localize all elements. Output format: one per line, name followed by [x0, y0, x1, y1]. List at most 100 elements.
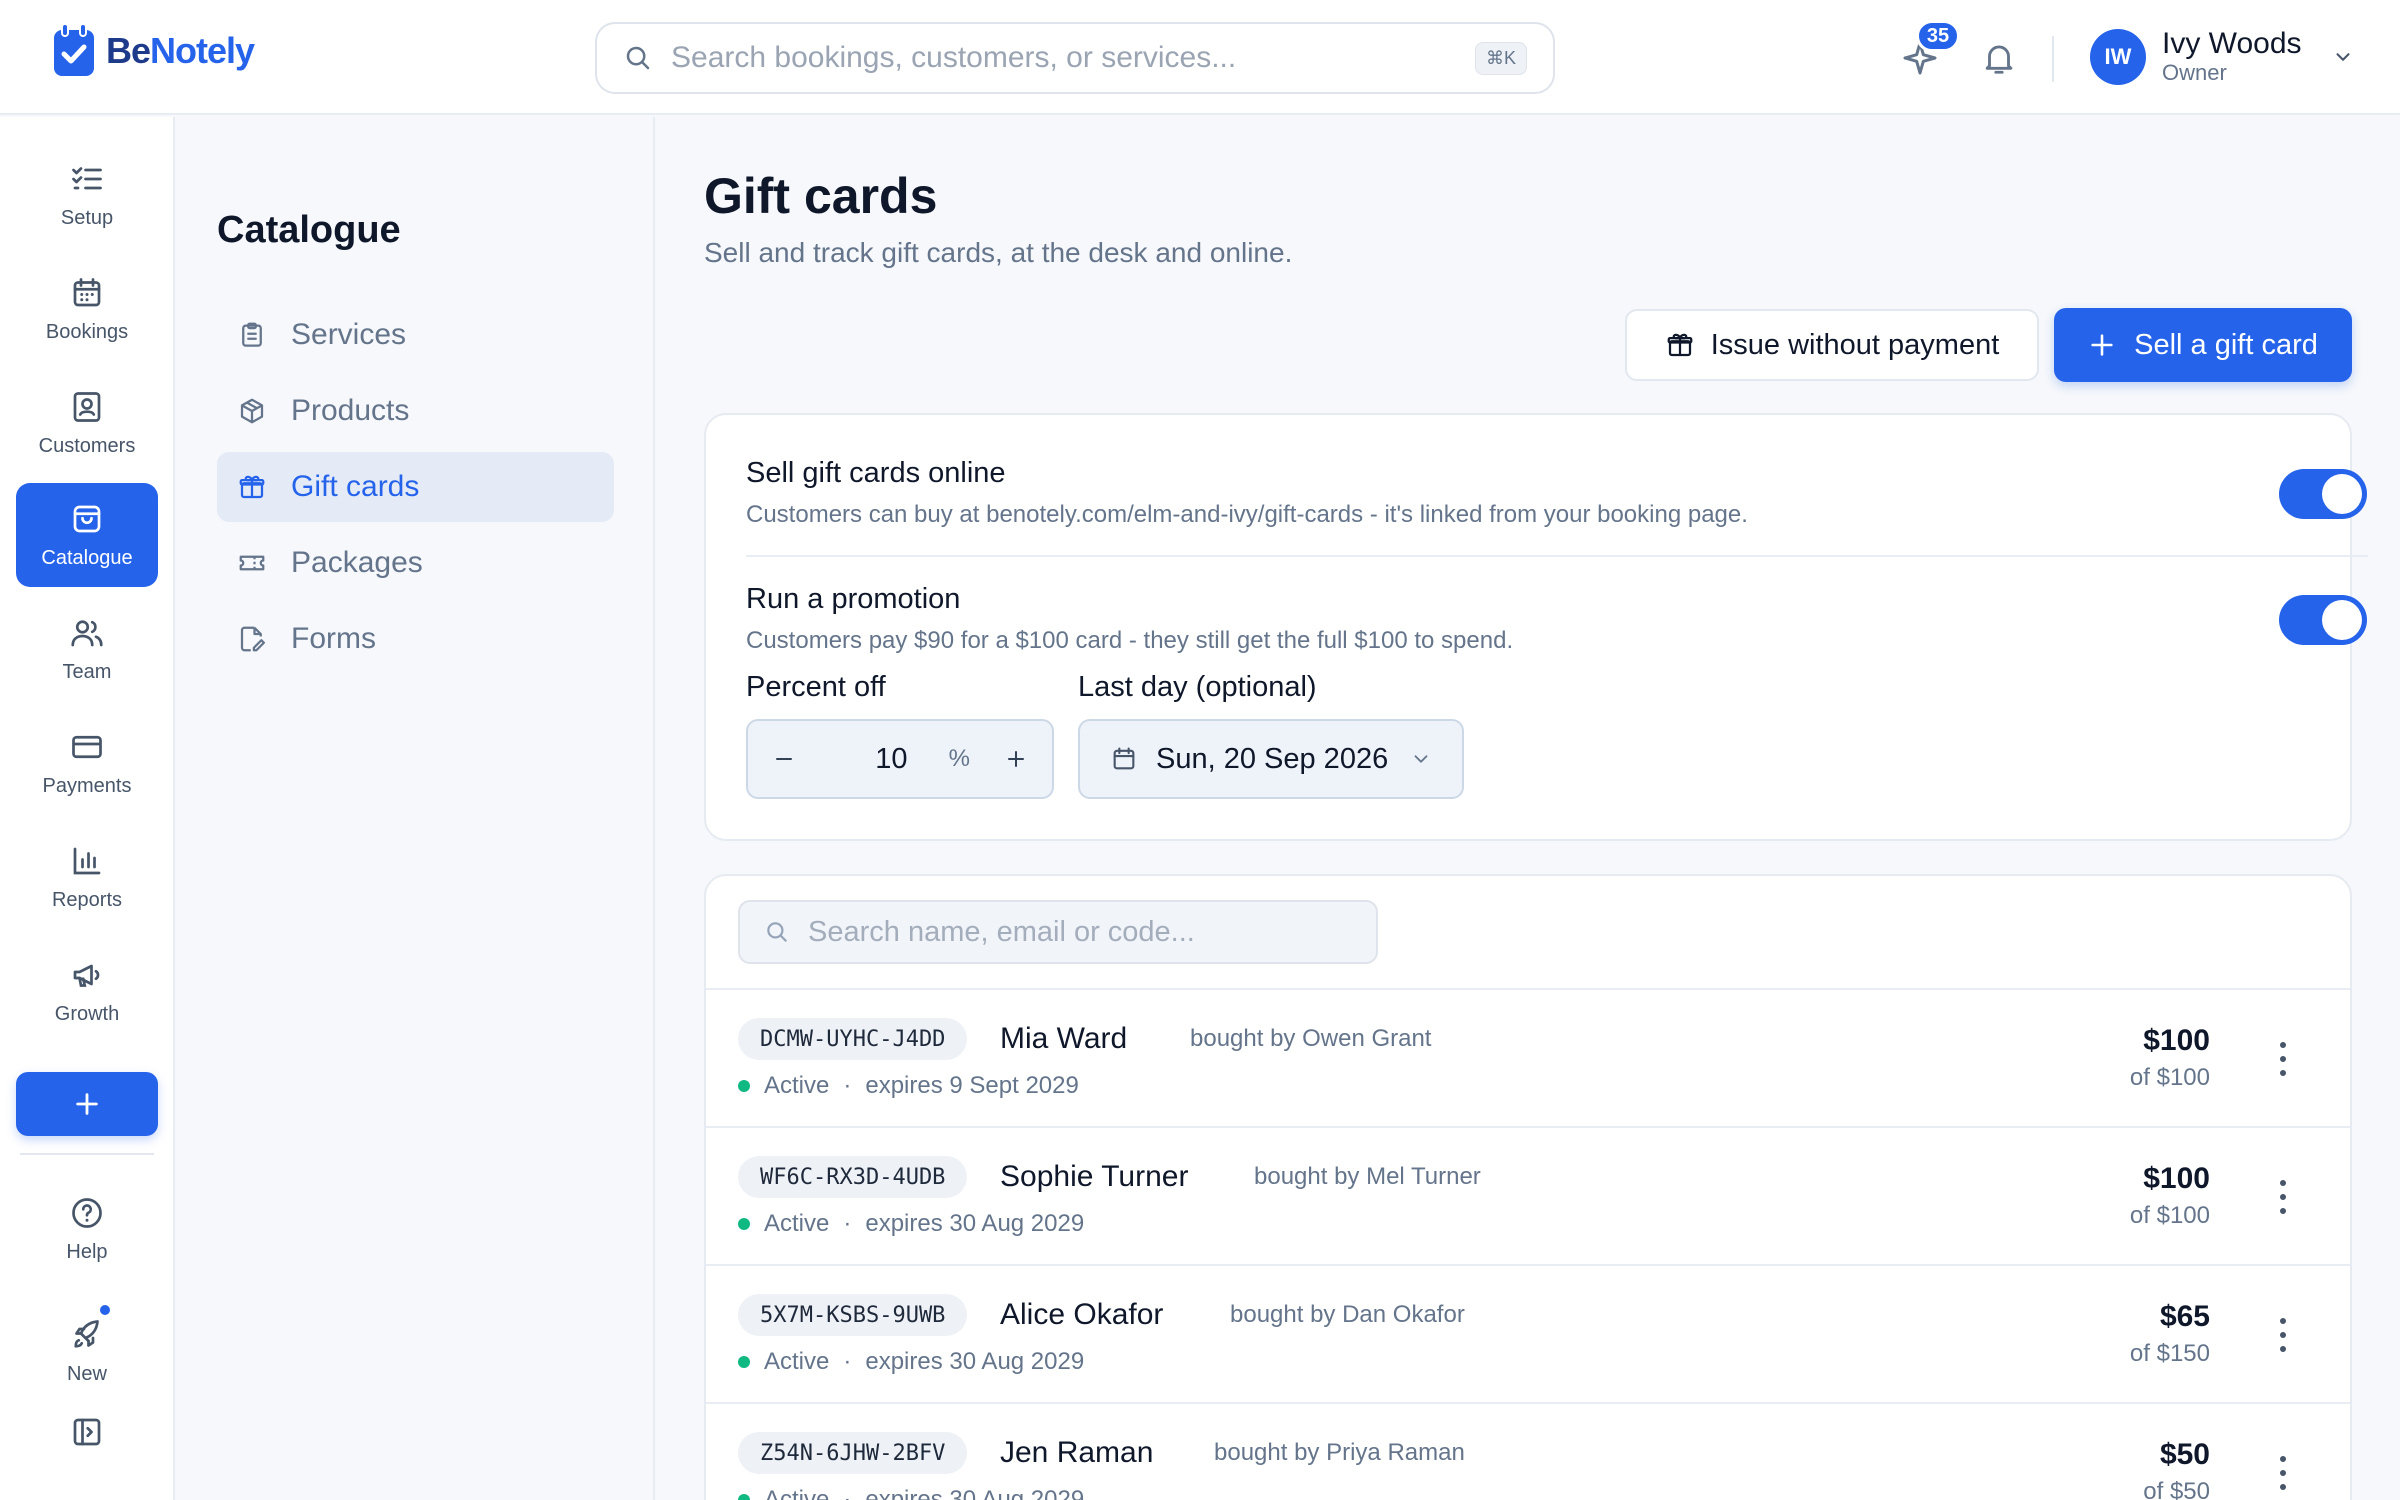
purchaser: bought by Owen Grant [1190, 1025, 1432, 1052]
table-row[interactable]: WF6C-RX3D-4UDB Sophie Turner bought by M… [706, 1128, 2350, 1266]
main-content: Gift cards Sell and track gift cards, at… [657, 117, 2400, 1500]
rail-item-reports[interactable]: Reports [16, 825, 158, 929]
button-label: Issue without payment [1710, 328, 2000, 361]
rail-item-new[interactable]: New [16, 1299, 158, 1403]
subnav-item-services[interactable]: Services [217, 300, 614, 370]
plus-icon [2091, 334, 2113, 356]
users-icon [71, 619, 103, 646]
form-edit-icon [240, 626, 265, 652]
page-title: Gift cards [704, 168, 938, 224]
table-row[interactable]: 5X7M-KSBS-9UWB Alice Okafor bought by Da… [706, 1266, 2350, 1404]
gift-card-code: DCMW-UYHC-J4DD [738, 1018, 968, 1060]
last-day-value: Sun, 20 Sep 2026 [1156, 742, 1389, 775]
toggle-knob [2322, 474, 2362, 514]
search-icon [767, 922, 787, 942]
rail-item-label: Team [62, 660, 112, 683]
global-search-input[interactable]: Search bookings, customers, or services.… [595, 22, 1555, 94]
subnav-item-label: Products [291, 394, 410, 427]
status: Active · expires 30 Aug 2029 [738, 1486, 1084, 1500]
expiry-text: expires 30 Aug 2029 [865, 1210, 1085, 1237]
brand-logo[interactable]: BeNotely [50, 22, 255, 80]
subnav-item-label: Gift cards [291, 470, 420, 503]
table-row[interactable]: DCMW-UYHC-J4DD Mia Ward bought by Owen G… [706, 990, 2350, 1128]
purchaser: bought by Mel Turner [1254, 1163, 1481, 1190]
more-options-icon[interactable] [2278, 1318, 2288, 1352]
subnav-item-products[interactable]: Products [217, 376, 614, 446]
gift-cards-list: Search name, email or code... DCMW-UYHC-… [704, 874, 2352, 1500]
increment-button[interactable] [980, 721, 1052, 797]
expiry-text: expires 30 Aug 2029 [865, 1348, 1085, 1375]
rail-item-growth[interactable]: Growth [16, 939, 158, 1043]
gift-card-code: 5X7M-KSBS-9UWB [738, 1294, 968, 1336]
balance-amount: $100 [2143, 1162, 2210, 1195]
sell-gift-card-button[interactable]: Sell a gift card [2054, 308, 2352, 382]
search-placeholder: Search bookings, customers, or services.… [671, 41, 1237, 74]
rail-item-team[interactable]: Team [16, 597, 158, 701]
decrement-button[interactable] [748, 721, 820, 797]
gift-card-code: Z54N-6JHW-2BFV [738, 1432, 968, 1474]
rail-item-label: Setup [60, 206, 114, 229]
rail-item-customers[interactable]: Customers [16, 371, 158, 475]
rail-item-catalogue[interactable]: Catalogue [16, 483, 158, 587]
recipient-name: Mia Ward [1000, 1022, 1128, 1055]
rocket-icon [74, 1319, 99, 1348]
more-options-icon[interactable] [2278, 1042, 2288, 1076]
minus-icon [776, 758, 792, 760]
collapse-sidebar-button[interactable] [16, 1397, 158, 1467]
divider [2052, 36, 2054, 82]
subnav-item-gift-cards[interactable]: Gift cards [217, 452, 614, 522]
rail-item-bookings[interactable]: Bookings [16, 257, 158, 361]
chevron-down-icon [2335, 53, 2350, 61]
promotion-toggle[interactable] [2279, 595, 2367, 645]
sidebar-collapse-icon [73, 1418, 101, 1446]
more-options-icon[interactable] [2278, 1456, 2288, 1490]
rail-item-label: Help [66, 1240, 108, 1263]
search-shortcut: ⌘K [1474, 41, 1527, 75]
notification-dot [98, 1303, 112, 1317]
last-day-date-picker[interactable]: Sun, 20 Sep 2026 [1078, 719, 1464, 799]
gift-card-search-input[interactable]: Search name, email or code... [738, 900, 1378, 964]
divider [20, 1153, 154, 1155]
page-subtitle: Sell and track gift cards, at the desk a… [704, 237, 1293, 268]
subnav-item-packages[interactable]: Packages [217, 528, 614, 598]
status-dot [738, 1356, 750, 1368]
rail-item-help[interactable]: Help [16, 1177, 158, 1281]
percent-off-label: Percent off [746, 671, 886, 703]
calendar-icon [73, 277, 101, 306]
subnav-item-forms[interactable]: Forms [217, 604, 614, 674]
separator-dot: · [843, 1486, 852, 1500]
catalogue-subnav: Catalogue Services Products Gift cards P… [177, 117, 655, 1500]
rail-item-label: New [66, 1362, 107, 1385]
notebook-check-icon [54, 23, 94, 76]
sell-online-toggle[interactable] [2279, 469, 2367, 519]
rail-item-label: Bookings [45, 320, 129, 343]
setting-title: Sell gift cards online [746, 457, 1006, 489]
chevron-down-icon [1414, 755, 1428, 763]
more-options-icon[interactable] [2278, 1180, 2288, 1214]
issue-without-payment-button[interactable]: Issue without payment [1625, 309, 2039, 381]
bell-icon[interactable] [1980, 38, 2018, 78]
percent-off-input[interactable]: 10 [820, 743, 949, 776]
status-dot [738, 1080, 750, 1092]
user-menu[interactable]: IW Ivy Woods Owner [2090, 28, 2354, 86]
calendar-icon [1113, 747, 1135, 770]
separator-dot: · [843, 1072, 852, 1099]
original-amount: of $150 [2129, 1340, 2210, 1367]
rail-item-setup[interactable]: Setup [16, 143, 158, 247]
button-label: Sell a gift card [2134, 328, 2318, 361]
rail-item-payments[interactable]: Payments [16, 711, 158, 815]
gift-card-settings-card: Sell gift cards online Customers can buy… [704, 413, 2368, 841]
rail-item-label: Payments [42, 774, 132, 797]
setting-title: Run a promotion [746, 583, 961, 615]
shopping-bag-icon [73, 505, 101, 532]
status-text: Active [764, 1072, 830, 1099]
recipient-name: Sophie Turner [1000, 1160, 1189, 1193]
quick-add-button[interactable] [16, 1072, 158, 1136]
subnav-item-label: Services [291, 318, 407, 351]
last-day-label: Last day (optional) [1078, 671, 1317, 703]
avatar: IW [2090, 29, 2146, 85]
status: Active · expires 9 Sept 2029 [738, 1072, 1079, 1100]
whats-new-button[interactable]: 35 [1900, 20, 1960, 80]
table-row[interactable]: Z54N-6JHW-2BFV Jen Raman bought by Priya… [706, 1404, 2350, 1500]
setting-description: Customers can buy at benotely.com/elm-an… [746, 501, 1748, 528]
